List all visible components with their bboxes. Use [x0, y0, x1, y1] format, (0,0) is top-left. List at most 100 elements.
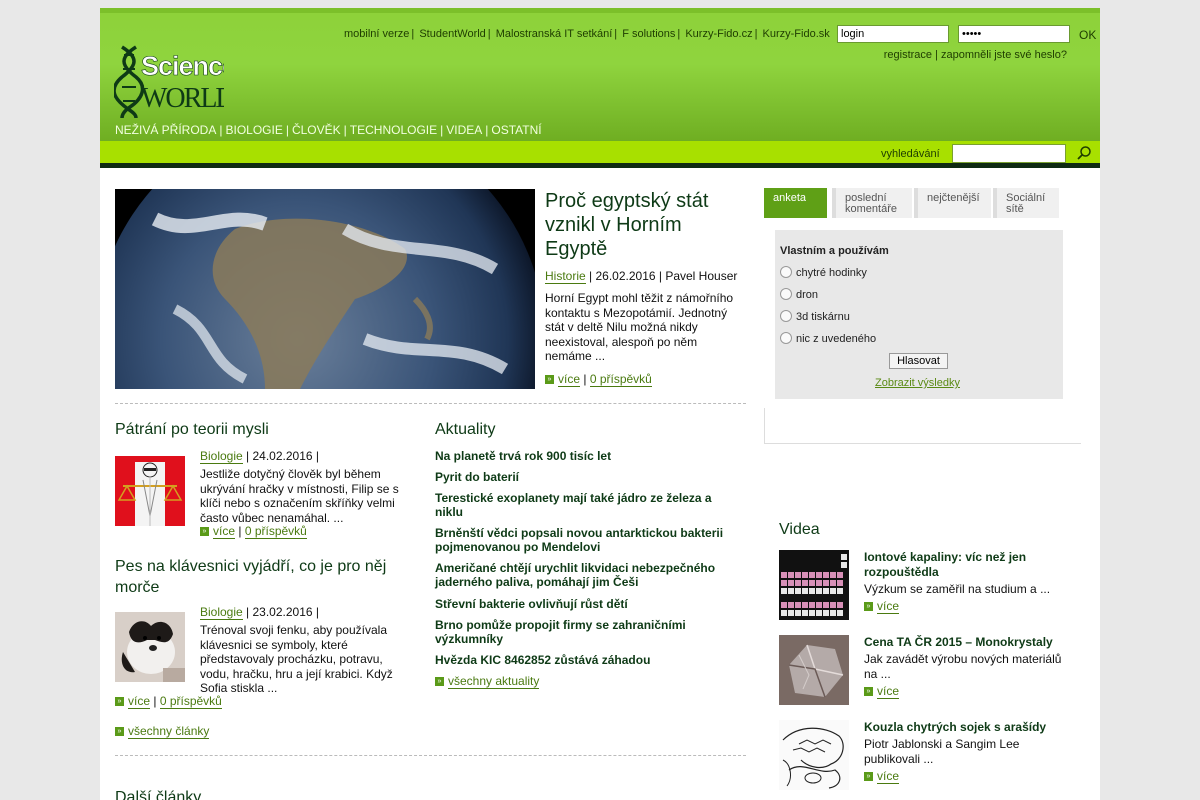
- article-2-thumbnail[interactable]: [115, 612, 185, 682]
- news-item[interactable]: Američané chtějí urychlit likvidaci nebe…: [435, 561, 735, 589]
- hero-title[interactable]: Proč egyptský stát vznikl v Horním Egypt…: [545, 189, 745, 261]
- video-3-thumbnail[interactable]: [779, 720, 849, 790]
- nav-videa[interactable]: VIDEA: [446, 123, 482, 137]
- radio-button[interactable]: [780, 288, 792, 300]
- toplink-mobile[interactable]: mobilní verze: [344, 28, 409, 40]
- login-input[interactable]: [837, 25, 949, 43]
- all-articles-link[interactable]: všechny články: [128, 724, 210, 739]
- article-2-comments-link[interactable]: 0 příspěvků: [159, 694, 222, 709]
- arrow-icon: »: [545, 375, 554, 385]
- hero-comments-link[interactable]: 0 příspěvků: [589, 372, 652, 387]
- nav-biologie[interactable]: BIOLOGIE: [225, 123, 282, 137]
- news-item[interactable]: Na planetě trvá rok 900 tisíc let: [435, 449, 735, 463]
- article-1-title[interactable]: Pátrání po teorii mysli: [115, 421, 269, 439]
- video-1-links: » více: [864, 599, 900, 614]
- arrow-icon: »: [864, 602, 873, 612]
- video-3-links: » více: [864, 769, 900, 784]
- tab-nejctenejsi[interactable]: nejčtenější: [914, 188, 991, 218]
- radio-button[interactable]: [780, 310, 792, 322]
- login-ok-button[interactable]: OK: [1079, 28, 1096, 42]
- video-2-text: Jak zavádět výrobu nových materiálů na .…: [864, 652, 1062, 681]
- hero-more-link[interactable]: více: [558, 372, 581, 387]
- dna-logo-icon: Science WORLD: [112, 45, 238, 119]
- search-icon[interactable]: [1076, 145, 1092, 161]
- search-label: vyhledávání: [881, 148, 940, 160]
- video-1-more-link[interactable]: více: [877, 599, 900, 614]
- crystal-image: [779, 635, 849, 705]
- article-1-date: | 24.02.2016 |: [246, 449, 320, 463]
- arrow-icon: »: [864, 772, 873, 782]
- nav-clovek[interactable]: ČLOVĚK: [292, 123, 341, 137]
- video-1-thumbnail[interactable]: [779, 550, 849, 620]
- toplink-kurzy-sk[interactable]: Kurzy-Fido.sk: [763, 28, 830, 40]
- earth-image: [115, 189, 535, 389]
- news-item[interactable]: Pyrit do baterií: [435, 470, 735, 484]
- hero-date-author: | 26.02.2016 | Pavel Houser: [589, 269, 738, 283]
- toplink-kurzy-cz[interactable]: Kurzy-Fido.cz: [685, 28, 752, 40]
- arrow-icon: »: [115, 727, 124, 737]
- site-logo[interactable]: Science WORLD: [112, 43, 238, 119]
- site-header: mobilní verze | StudentWorld | Malostransk…: [100, 8, 1100, 141]
- videos-title: Videa: [779, 521, 820, 538]
- video-2-title[interactable]: Cena TA ČR 2015 – Monokrystaly: [864, 635, 1069, 650]
- nav-technologie[interactable]: TECHNOLOGIE: [350, 123, 437, 137]
- vote-button[interactable]: Hlasovat: [889, 353, 948, 369]
- more-articles-title: Další články: [115, 789, 202, 800]
- article-1-more-link[interactable]: více: [213, 524, 236, 539]
- radio-button[interactable]: [780, 266, 792, 278]
- video-3-text: Piotr Jablonski a Sangim Lee publikovali…: [864, 737, 1020, 766]
- toplink-fsolutions[interactable]: F solutions: [622, 28, 675, 40]
- nav-neziva-priroda[interactable]: NEŽIVÁ PŘÍRODA: [115, 123, 216, 137]
- article-1-comments-link[interactable]: 0 příspěvků: [244, 524, 307, 539]
- video-1-text: Výzkum se zaměřil na studium a ...: [864, 582, 1051, 596]
- news-title: Aktuality: [435, 421, 496, 438]
- register-link[interactable]: registrace: [884, 49, 932, 61]
- news-item[interactable]: Brno pomůže propojit firmy se zahraniční…: [435, 618, 735, 646]
- tab-socialni-site[interactable]: Sociální sítě: [993, 188, 1059, 218]
- tab-anketa[interactable]: anketa: [764, 188, 827, 218]
- video-3-more-link[interactable]: více: [877, 769, 900, 784]
- search-input[interactable]: [952, 144, 1066, 163]
- video-2-thumbnail[interactable]: [779, 635, 849, 705]
- all-news-links: » všechny aktuality: [435, 674, 540, 689]
- article-2-category-link[interactable]: Biologie: [200, 605, 243, 620]
- nav-ostatni[interactable]: OSTATNÍ: [491, 123, 541, 137]
- video-1-title[interactable]: Iontové kapaliny: víc než jen rozpouštěd…: [864, 550, 1069, 579]
- show-results-link[interactable]: Zobrazit výsledky: [875, 377, 960, 389]
- radio-button[interactable]: [780, 332, 792, 344]
- video-3-title[interactable]: Kouzla chytrých sojek s arašídy: [864, 720, 1069, 735]
- hero-image-earth[interactable]: [115, 189, 535, 389]
- article-1-category-link[interactable]: Biologie: [200, 449, 243, 464]
- article-2-more-link[interactable]: více: [128, 694, 151, 709]
- video-2-links: » více: [864, 684, 900, 699]
- toplink-studentworld[interactable]: StudentWorld: [419, 28, 485, 40]
- all-articles-links: » všechny články: [115, 724, 210, 739]
- news-item[interactable]: Hvězda KIC 8462852 zůstává záhadou: [435, 653, 735, 667]
- hero-category-link[interactable]: Historie: [545, 269, 586, 284]
- arrow-icon: »: [864, 687, 873, 697]
- hero-links: » více | 0 příspěvků: [545, 372, 652, 387]
- sidebar-frame: [764, 443, 1081, 444]
- article-2-title[interactable]: Pes na klávesnici vyjádří, co je pro něj…: [115, 556, 405, 598]
- tab-posledni-komentare[interactable]: poslední komentáře: [832, 188, 912, 218]
- news-item[interactable]: Terestické exoplanety mají také jádro ze…: [435, 491, 735, 519]
- forgot-password-link[interactable]: zapomněli jste své heslo?: [941, 49, 1067, 61]
- poll-option[interactable]: chytré hodinky: [780, 266, 867, 279]
- news-item[interactable]: Střevní bakterie ovlivňují růst dětí: [435, 597, 735, 611]
- all-news-link[interactable]: všechny aktuality: [448, 674, 540, 689]
- hero-perex: Horní Egypt mohl těžit z námořního konta…: [545, 291, 734, 363]
- toplink-malostranska[interactable]: Malostranská IT setkání: [496, 28, 613, 40]
- article-1-links: » více | 0 příspěvků: [200, 524, 307, 539]
- justice-statue-image: [115, 456, 185, 526]
- password-input[interactable]: [958, 25, 1070, 43]
- article-1-thumbnail[interactable]: [115, 456, 185, 526]
- video-2-more-link[interactable]: více: [877, 684, 900, 699]
- sidebar-frame: [764, 408, 765, 443]
- poll-option[interactable]: nic z uvedeného: [780, 332, 876, 345]
- news-item[interactable]: Brněnští vědci popsali novou antarkticko…: [435, 526, 735, 554]
- poll-option[interactable]: dron: [780, 288, 818, 301]
- poll-option[interactable]: 3d tiskárnu: [780, 310, 850, 323]
- arrow-icon: »: [115, 697, 124, 707]
- poll-question: Vlastním a používám: [780, 245, 889, 257]
- article-1-perex: Jestliže dotyčný člověk byl během ukrývá…: [200, 467, 399, 525]
